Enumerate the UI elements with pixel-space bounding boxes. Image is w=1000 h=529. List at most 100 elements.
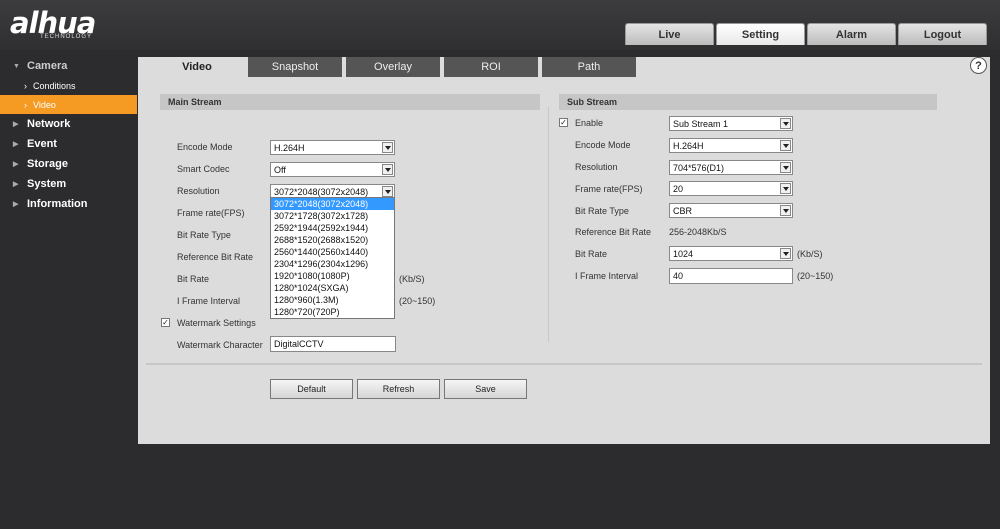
sidebar-item-camera[interactable]: ▼ Camera — [0, 56, 137, 76]
dropdown-arrow-icon — [780, 140, 791, 151]
collapsed-arrow-icon: ▶ — [13, 201, 19, 208]
sub-stream-header: Sub Stream — [559, 94, 937, 110]
resolution-option[interactable]: 2304*1296(2304x1296) — [271, 258, 394, 270]
tab-logout[interactable]: Logout — [898, 23, 987, 45]
chevron-right-icon: › — [24, 99, 27, 110]
select-value: CBR — [673, 205, 693, 216]
sub-bit-rate-unit: (Kb/S) — [797, 249, 823, 259]
smart-codec-select[interactable]: Off — [270, 162, 395, 177]
select-value: 20 — [673, 183, 684, 194]
resolution-option[interactable]: 3072*2048(3072x2048) — [271, 198, 394, 210]
sub-encode-mode-select[interactable]: H.264H — [669, 138, 793, 153]
tab-path[interactable]: Path — [542, 57, 636, 77]
sidebar-item-label: Storage — [27, 158, 68, 170]
sidebar-item-label: Video — [33, 99, 56, 110]
frame-rate-label: Frame rate(FPS) — [177, 208, 245, 218]
tab-setting[interactable]: Setting — [716, 23, 805, 45]
sidebar-item-label: Conditions — [33, 80, 76, 91]
top-nav: Live Setting Alarm Logout — [625, 23, 989, 45]
dropdown-arrow-icon — [382, 164, 393, 175]
sub-frame-rate-label: Frame rate(FPS) — [575, 184, 643, 194]
bit-rate-type-label: Bit Rate Type — [177, 230, 231, 240]
sidebar-item-system[interactable]: ▶ System — [0, 174, 137, 194]
refresh-button[interactable]: Refresh — [357, 379, 440, 399]
sidebar-item-label: System — [27, 178, 67, 190]
sub-bit-rate-type-label: Bit Rate Type — [575, 206, 629, 216]
bit-rate-label: Bit Rate — [177, 274, 210, 284]
save-button[interactable]: Save — [444, 379, 527, 399]
watermark-settings-checkbox[interactable]: ✓ — [161, 318, 170, 327]
dropdown-arrow-icon — [780, 162, 791, 173]
help-icon[interactable]: ? — [970, 57, 987, 74]
sub-bit-rate-label: Bit Rate — [575, 249, 608, 259]
i-frame-range: (20~150) — [399, 296, 436, 306]
sub-frame-rate-select[interactable]: 20 — [669, 181, 793, 196]
sub-i-frame-range: (20~150) — [797, 271, 834, 281]
watermark-character-label: Watermark Character — [177, 340, 263, 350]
dropdown-arrow-icon — [780, 248, 791, 259]
sub-stream-enable-checkbox[interactable]: ✓ — [559, 118, 568, 127]
header-bar: alhua TECHNOLOGY Live Setting Alarm Logo… — [0, 0, 1000, 50]
bit-rate-unit: (Kb/S) — [399, 274, 425, 284]
sidebar-item-conditions[interactable]: › Conditions — [0, 76, 137, 95]
dropdown-arrow-icon — [382, 142, 393, 153]
collapsed-arrow-icon: ▶ — [13, 181, 19, 188]
dropdown-arrow-icon — [780, 118, 791, 129]
select-value: H.264H — [274, 142, 305, 153]
main-stream-header: Main Stream — [160, 94, 540, 110]
section-divider — [548, 107, 549, 342]
sidebar-item-information[interactable]: ▶ Information — [0, 194, 137, 214]
tab-video[interactable]: Video — [150, 57, 244, 77]
sidebar-item-video[interactable]: › Video — [0, 95, 137, 114]
resolution-label: Resolution — [177, 186, 220, 196]
dropdown-arrow-icon — [780, 205, 791, 216]
brand-tagline: TECHNOLOGY — [40, 34, 93, 40]
resolution-option[interactable]: 2592*1944(2592x1944) — [271, 222, 394, 234]
sidebar-item-label: Camera — [27, 60, 68, 72]
sub-bit-rate-select[interactable]: 1024 — [669, 246, 793, 261]
sub-reference-bit-rate-value: 256-2048Kb/S — [669, 227, 727, 237]
resolution-option[interactable]: 3072*1728(3072x1728) — [271, 210, 394, 222]
resolution-option[interactable]: 1280*1024(SXGA) — [271, 282, 394, 294]
resolution-option[interactable]: 1920*1080(1080P) — [271, 270, 394, 282]
tab-roi[interactable]: ROI — [444, 57, 538, 77]
collapsed-arrow-icon: ▶ — [13, 141, 19, 148]
select-value: 704*576(D1) — [673, 162, 725, 173]
main-encode-mode-select[interactable]: H.264H — [270, 140, 395, 155]
watermark-settings-label: Watermark Settings — [177, 318, 256, 328]
tab-live[interactable]: Live — [625, 23, 714, 45]
sidebar-item-label: Network — [27, 118, 71, 130]
sub-stream-select[interactable]: Sub Stream 1 — [669, 116, 793, 131]
watermark-character-input[interactable]: DigitalCCTV — [270, 336, 396, 352]
select-value: H.264H — [673, 140, 704, 151]
resolution-option[interactable]: 2560*1440(2560x1440) — [271, 246, 394, 258]
sidebar: ▼ Camera › Conditions › Video ▶ Network … — [0, 56, 137, 214]
sub-resolution-select[interactable]: 704*576(D1) — [669, 160, 793, 175]
sub-i-frame-input[interactable]: 40 — [669, 268, 793, 284]
sub-tab-bar: Video Snapshot Overlay ROI Path — [150, 57, 640, 77]
collapsed-arrow-icon: ▶ — [13, 161, 19, 168]
default-button[interactable]: Default — [270, 379, 353, 399]
collapsed-arrow-icon: ▶ — [13, 121, 19, 128]
reference-bit-rate-label: Reference Bit Rate — [177, 252, 254, 262]
tab-overlay[interactable]: Overlay — [346, 57, 440, 77]
sidebar-item-network[interactable]: ▶ Network — [0, 114, 137, 134]
resolution-dropdown-list: 3072*2048(3072x2048) 3072*1728(3072x1728… — [270, 197, 395, 319]
sub-encode-mode-label: Encode Mode — [575, 140, 631, 150]
select-value: Off — [274, 164, 286, 175]
i-frame-interval-label: I Frame Interval — [177, 296, 241, 306]
resolution-option[interactable]: 1280*720(720P) — [271, 306, 394, 318]
tab-alarm[interactable]: Alarm — [807, 23, 896, 45]
enable-label: Enable — [575, 118, 604, 128]
smart-codec-label: Smart Codec — [177, 164, 230, 174]
resolution-option[interactable]: 1280*960(1.3M) — [271, 294, 394, 306]
select-value: 3072*2048(3072x2048) — [274, 186, 369, 197]
settings-panel: Video Snapshot Overlay ROI Path ? Main S… — [138, 57, 990, 444]
chevron-right-icon: › — [24, 80, 27, 91]
sidebar-item-storage[interactable]: ▶ Storage — [0, 154, 137, 174]
sidebar-item-event[interactable]: ▶ Event — [0, 134, 137, 154]
resolution-option[interactable]: 2688*1520(2688x1520) — [271, 234, 394, 246]
sub-bit-rate-type-select[interactable]: CBR — [669, 203, 793, 218]
encode-mode-label: Encode Mode — [177, 142, 233, 152]
tab-snapshot[interactable]: Snapshot — [248, 57, 342, 77]
